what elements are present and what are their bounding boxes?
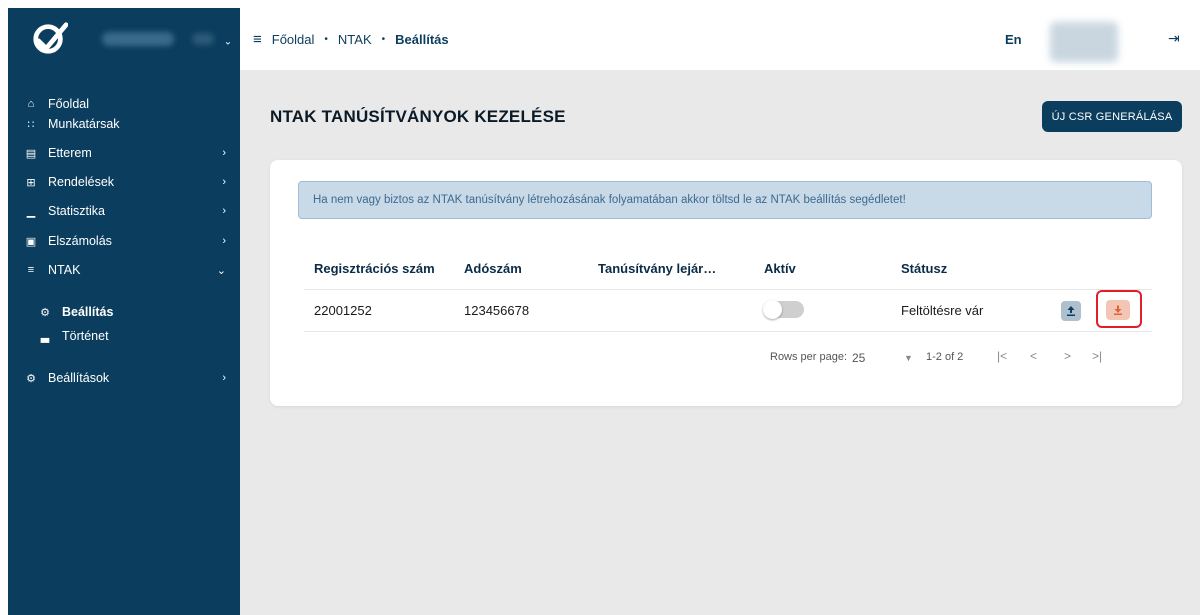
restaurant-badge-blurred xyxy=(192,33,214,45)
chevron-right-icon: › xyxy=(222,372,226,384)
sidebar-item-label: Történet xyxy=(62,329,109,343)
sidebar-item-label: NTAK xyxy=(48,263,81,277)
cell-tax-number: 123456678 xyxy=(464,303,530,318)
info-alert: Ha nem vagy biztos az NTAK tanúsítvány l… xyxy=(298,181,1152,219)
generate-csr-button[interactable]: ÚJ CSR GENERÁLÁSA xyxy=(1042,101,1182,132)
sidebar-item-beallitas[interactable]: ⚙ Beállítás xyxy=(8,301,240,323)
user-avatar-blurred[interactable] xyxy=(1050,22,1118,62)
top-bar: ≡ Főoldal • NTAK • Beállítás En ⇥ xyxy=(240,8,1200,70)
sidebar-item-label: Főoldal xyxy=(48,97,89,111)
first-page-icon[interactable]: |< xyxy=(997,349,1007,363)
info-alert-text: Ha nem vagy biztos az NTAK tanúsítvány l… xyxy=(313,194,906,206)
upload-button[interactable] xyxy=(1061,301,1081,321)
sidebar-item-label: Rendelések xyxy=(48,175,115,189)
next-page-icon[interactable]: > xyxy=(1064,349,1071,363)
main-content: NTAK TANÚSÍTVÁNYOK KEZELÉSE ÚJ CSR GENER… xyxy=(240,70,1200,615)
settings-icon: ⚙ xyxy=(26,372,36,385)
sidebar-item-label: Beállítások xyxy=(48,371,110,385)
sidebar-item-elszamolas[interactable]: ▣ Elszámolás › xyxy=(8,230,240,252)
sidebar-item-label: Beállítás xyxy=(62,305,114,319)
breadcrumb-separator: • xyxy=(381,33,386,45)
gear-icon: ⚙ xyxy=(40,306,50,319)
sidebar-item-statisztika[interactable]: ▁ Statisztika › xyxy=(8,200,240,222)
restaurant-switch-chevron-icon[interactable]: ⌄ xyxy=(224,37,232,48)
people-icon: ∷ xyxy=(27,118,35,131)
rows-per-page-dropdown-icon[interactable]: ▼ xyxy=(904,353,913,363)
sidebar: ⌄ ⌂ Főoldal ∷ Munkatársak ▤ Etterem › ⊞ … xyxy=(8,8,240,615)
sidebar-item-etterem[interactable]: ▤ Etterem › xyxy=(8,142,240,164)
sidebar-item-rendelesek[interactable]: ⊞ Rendelések › xyxy=(8,171,240,193)
sidebar-item-label: Statisztika xyxy=(48,204,105,218)
breadcrumb-current: Beállítás xyxy=(395,31,449,47)
certificates-card: Ha nem vagy biztos az NTAK tanúsítvány l… xyxy=(270,160,1182,406)
toggle-knob xyxy=(763,300,782,319)
history-chart-icon: ▃ xyxy=(40,330,50,343)
last-page-icon[interactable]: >| xyxy=(1092,349,1102,363)
chevron-right-icon: › xyxy=(222,235,226,247)
sidebar-item-label: Munkatársak xyxy=(48,117,120,131)
download-button[interactable] xyxy=(1106,300,1130,320)
rows-per-page-label: Rows per page: xyxy=(770,351,848,363)
prev-page-icon[interactable]: < xyxy=(1030,349,1037,363)
brand-logo-icon xyxy=(33,22,68,54)
sidebar-item-ntak[interactable]: ≡ NTAK ⌄ xyxy=(8,259,240,281)
home-icon: ⌂ xyxy=(27,98,35,110)
store-icon: ▤ xyxy=(25,147,37,160)
receipt-icon: ▣ xyxy=(25,235,37,248)
sidebar-item-label: Elszámolás xyxy=(48,234,112,248)
logout-icon[interactable]: ⇥ xyxy=(1168,30,1180,47)
language-switch[interactable]: En xyxy=(1005,32,1022,47)
cart-icon: ⊞ xyxy=(26,176,36,189)
signal-icon: ≡ xyxy=(27,264,35,276)
table-row-divider xyxy=(304,331,1152,332)
cell-status: Feltöltésre vár xyxy=(901,303,984,318)
sidebar-item-tortenet[interactable]: ▃ Történet xyxy=(8,325,240,347)
breadcrumb-separator: • xyxy=(324,33,328,45)
cell-reg-number: 22001252 xyxy=(314,303,372,318)
menu-icon[interactable]: ≡ xyxy=(253,31,262,48)
chevron-right-icon: › xyxy=(222,176,226,188)
breadcrumb-ntak[interactable]: NTAK xyxy=(338,32,372,47)
restaurant-name-blurred xyxy=(102,32,174,46)
download-highlight-box xyxy=(1096,290,1142,328)
chevron-down-icon: ⌄ xyxy=(216,264,226,277)
chart-icon: ▁ xyxy=(26,205,36,218)
pagination-range: 1-2 of 2 xyxy=(926,351,964,363)
sidebar-item-label: Etterem xyxy=(48,146,92,160)
upload-icon xyxy=(1067,306,1075,316)
download-icon xyxy=(1114,305,1122,315)
table-header-divider xyxy=(304,289,1152,290)
column-header-status[interactable]: Státusz xyxy=(901,261,947,276)
sidebar-item-beallitasok[interactable]: ⚙ Beállítások › xyxy=(8,367,240,389)
active-toggle[interactable] xyxy=(763,300,804,319)
sidebar-header xyxy=(8,8,240,70)
sidebar-item-fooldal[interactable]: ⌂ Főoldal xyxy=(8,93,240,115)
sidebar-item-munkatarsak[interactable]: ∷ Munkatársak xyxy=(8,113,240,135)
breadcrumb-fooldal[interactable]: Főoldal xyxy=(272,32,315,47)
chevron-right-icon: › xyxy=(222,205,226,217)
chevron-right-icon: › xyxy=(222,147,226,159)
rows-per-page-select[interactable]: 25 xyxy=(852,351,865,365)
page-title: NTAK TANÚSÍTVÁNYOK KEZELÉSE xyxy=(270,107,566,126)
column-header-active[interactable]: Aktív xyxy=(764,261,796,276)
column-header-tax-number[interactable]: Adószám xyxy=(464,261,522,276)
column-header-expiry[interactable]: Tanúsítvány lejár… xyxy=(598,261,716,276)
column-header-reg-number[interactable]: Regisztrációs szám xyxy=(314,261,435,276)
